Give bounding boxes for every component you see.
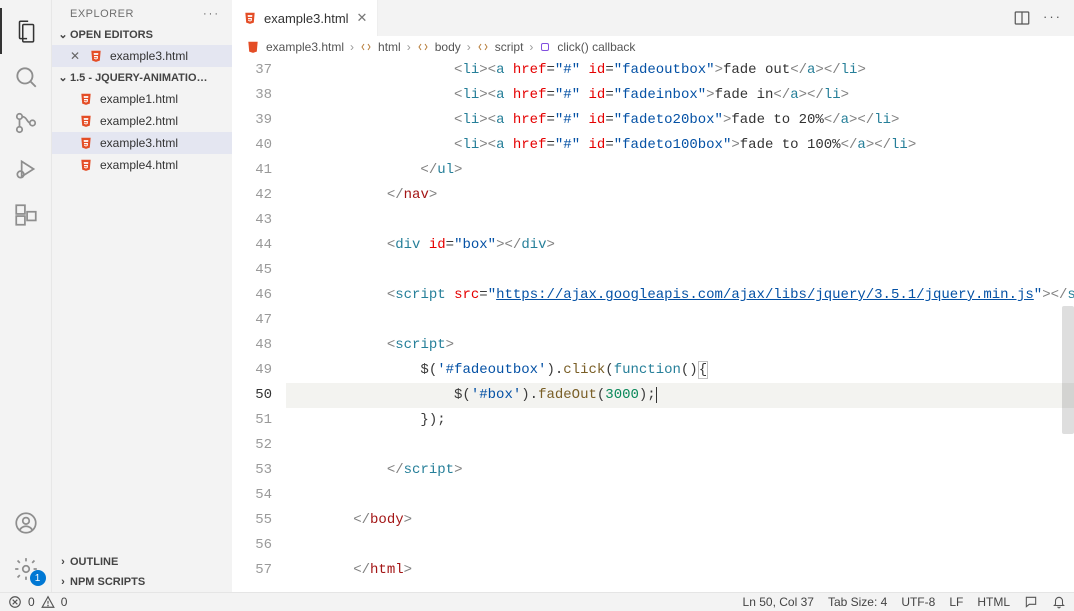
activity-scm[interactable] <box>0 100 52 146</box>
code-line[interactable]: <script> <box>286 333 1074 358</box>
html-file-icon <box>78 113 94 129</box>
html-file-icon <box>88 48 104 64</box>
code-line[interactable] <box>286 208 1074 233</box>
chevron-down-icon: ⌄ <box>56 71 70 84</box>
code-line[interactable]: </script> <box>286 458 1074 483</box>
code-line[interactable]: <div id="box"></div> <box>286 233 1074 258</box>
status-ln-col[interactable]: Ln 50, Col 37 <box>743 595 814 609</box>
code-line[interactable]: }); <box>286 408 1074 433</box>
npm-scripts-header[interactable]: › NPM SCRIPTS <box>52 572 232 592</box>
chevron-right-icon: › <box>56 576 70 588</box>
activity-settings[interactable]: 1 <box>0 546 52 592</box>
code-line[interactable]: <li><a href="#" id="fadeinbox">fade in</… <box>286 83 1074 108</box>
code-line[interactable]: </ul> <box>286 158 1074 183</box>
activity-explorer[interactable] <box>0 8 52 54</box>
code-line[interactable] <box>286 258 1074 283</box>
status-eol[interactable]: LF <box>949 595 963 609</box>
explorer-title: EXPLORER <box>70 8 134 20</box>
file-name: example1.html <box>100 92 178 106</box>
code-line[interactable] <box>286 483 1074 508</box>
code-line[interactable]: <li><a href="#" id="fadeoutbox">fade out… <box>286 58 1074 83</box>
status-bar: 0 0 Ln 50, Col 37 Tab Size: 4 UTF-8 LF H… <box>0 592 1074 611</box>
code-line[interactable]: <script src="https://ajax.googleapis.com… <box>286 283 1074 308</box>
editor-tab-label: example3.html <box>264 11 349 26</box>
symbol-icon <box>477 41 489 53</box>
feedback-icon[interactable] <box>1024 595 1038 609</box>
settings-badge: 1 <box>30 570 46 586</box>
html-file-icon <box>246 40 260 54</box>
error-count[interactable]: 0 <box>28 595 35 609</box>
html-file-icon <box>78 157 94 173</box>
symbol-icon <box>539 41 551 53</box>
code-line[interactable]: <li><a href="#" id="fadeto20box">fade to… <box>286 108 1074 133</box>
bell-icon[interactable] <box>1052 595 1066 609</box>
code-line[interactable]: </body> <box>286 508 1074 533</box>
split-editor-icon[interactable] <box>1013 9 1031 27</box>
symbol-icon <box>360 41 372 53</box>
status-language[interactable]: HTML <box>977 595 1010 609</box>
html-file-icon <box>78 91 94 107</box>
file-name: example3.html <box>100 136 178 150</box>
explorer-more-icon[interactable]: ··· <box>203 8 220 20</box>
file-name: example4.html <box>100 158 178 172</box>
activity-debug[interactable] <box>0 146 52 192</box>
warning-count[interactable]: 0 <box>61 595 68 609</box>
editor-tab[interactable]: example3.html ✕ <box>232 0 378 36</box>
editor-more-icon[interactable]: ··· <box>1043 9 1062 27</box>
code-line[interactable] <box>286 533 1074 558</box>
file-item[interactable]: example4.html <box>52 154 232 176</box>
code-line[interactable] <box>286 433 1074 458</box>
code-editor[interactable]: 3738394041424344454647484950515253545556… <box>232 58 1074 592</box>
scrollbar-thumb[interactable] <box>1062 306 1074 434</box>
code-line[interactable] <box>286 308 1074 333</box>
html-file-icon <box>242 10 258 26</box>
chevron-right-icon: › <box>56 556 70 568</box>
open-editors-header[interactable]: ⌄ OPEN EDITORS <box>52 24 232 45</box>
close-icon[interactable]: ✕ <box>70 49 86 63</box>
status-encoding[interactable]: UTF-8 <box>901 595 935 609</box>
warning-icon[interactable] <box>41 595 55 609</box>
open-editor-filename: example3.html <box>110 49 188 63</box>
file-item[interactable]: example3.html <box>52 132 232 154</box>
html-file-icon <box>78 135 94 151</box>
file-item[interactable]: example2.html <box>52 110 232 132</box>
open-editor-item[interactable]: ✕ example3.html <box>52 45 232 67</box>
activity-extensions[interactable] <box>0 192 52 238</box>
breadcrumbs[interactable]: example3.html › html › body › script › c… <box>232 36 1074 58</box>
code-line[interactable]: $('#fadeoutbox').click(function(){ <box>286 358 1074 383</box>
error-icon[interactable] <box>8 595 22 609</box>
file-name: example2.html <box>100 114 178 128</box>
symbol-icon <box>417 41 429 53</box>
activity-search[interactable] <box>0 54 52 100</box>
activity-accounts[interactable] <box>0 500 52 546</box>
code-line[interactable]: $('#box').fadeOut(3000); <box>286 383 1074 408</box>
code-line[interactable]: </nav> <box>286 183 1074 208</box>
folder-header[interactable]: ⌄ 1.5 - JQUERY-ANIMATION... <box>52 67 232 88</box>
close-icon[interactable]: ✕ <box>357 10 368 26</box>
chevron-down-icon: ⌄ <box>56 28 70 41</box>
code-line[interactable]: </html> <box>286 558 1074 583</box>
code-line[interactable]: <li><a href="#" id="fadeto100box">fade t… <box>286 133 1074 158</box>
outline-header[interactable]: › OUTLINE <box>52 552 232 572</box>
status-tab-size[interactable]: Tab Size: 4 <box>828 595 887 609</box>
file-item[interactable]: example1.html <box>52 88 232 110</box>
